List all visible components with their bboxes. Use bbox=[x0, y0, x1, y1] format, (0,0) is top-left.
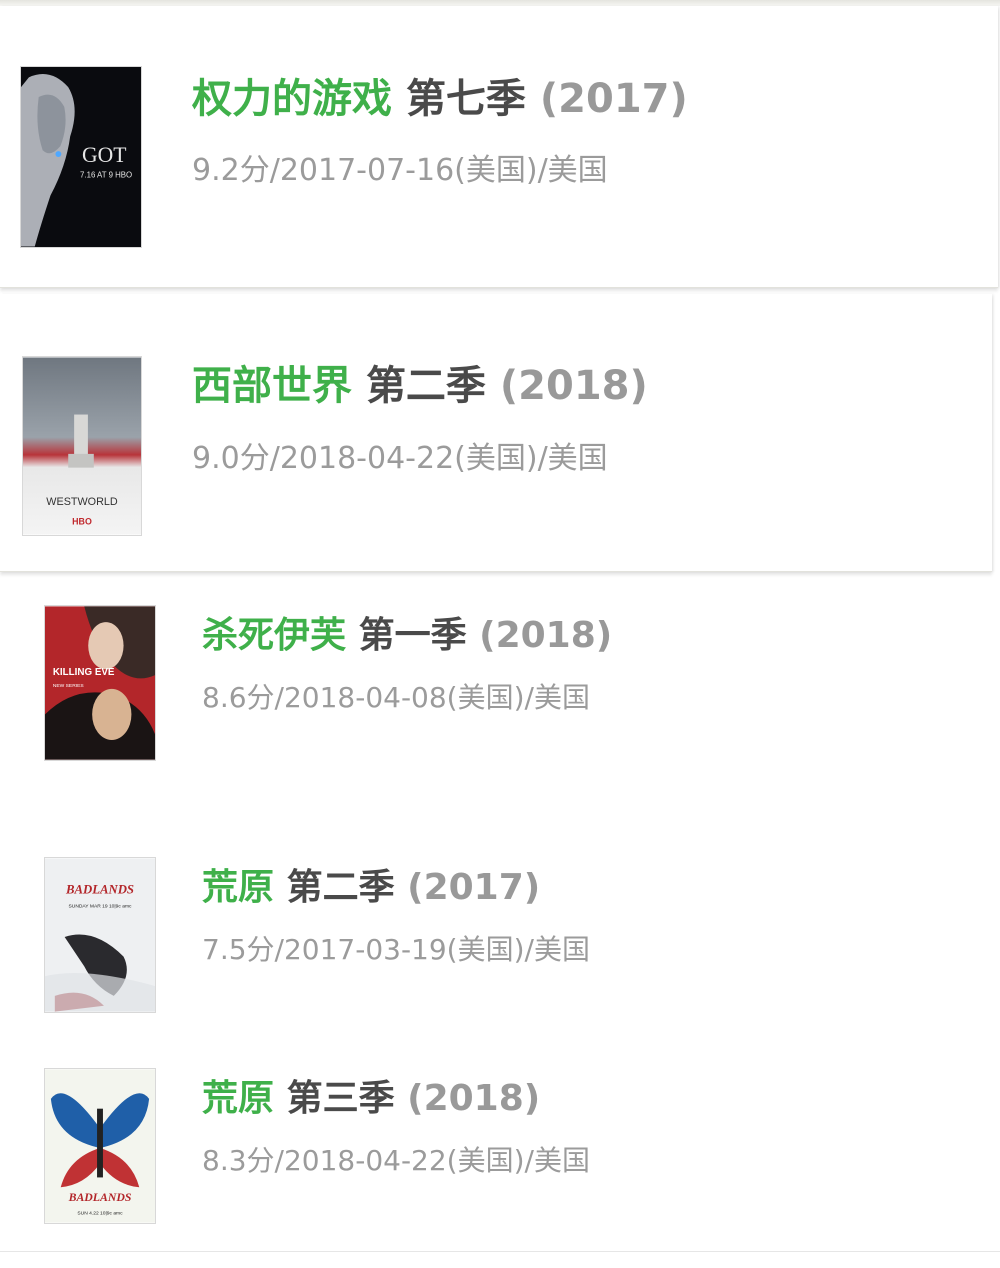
poster-subtitle-text: SUN 4.22 10|9c amc bbox=[77, 1211, 123, 1217]
item-title[interactable]: 西部世界 第二季 (2018) bbox=[192, 366, 648, 406]
show-name[interactable]: 西部世界 bbox=[192, 363, 352, 409]
poster-title-text: KILLING EVE bbox=[53, 667, 115, 678]
item-meta: 7.5分/2017-03-19(美国)/美国 bbox=[202, 933, 590, 966]
show-name[interactable]: 荒原 bbox=[202, 867, 274, 908]
year-label: (2018) bbox=[479, 615, 613, 656]
poster-thumbnail[interactable]: GOT 7.16 AT 9 HBO bbox=[20, 66, 142, 248]
poster-thumbnail[interactable]: KILLING EVE NEW SERIES bbox=[44, 605, 156, 761]
poster-thumbnail[interactable]: BADLANDS SUNDAY MAR 19 10|9c amc bbox=[44, 857, 156, 1013]
season-label: 第二季 bbox=[286, 867, 395, 908]
season-label: 第二季 bbox=[365, 363, 486, 409]
item-meta: 8.6分/2018-04-08(美国)/美国 bbox=[202, 681, 590, 714]
season-label: 第七季 bbox=[405, 76, 526, 122]
year-label: (2017) bbox=[539, 76, 688, 122]
item-title[interactable]: 荒原 第三季 (2018) bbox=[202, 1081, 540, 1117]
list-item[interactable]: GOT 7.16 AT 9 HBO 权力的游戏 第七季 (2017) 9.2分/… bbox=[0, 6, 998, 288]
item-meta: 9.0分/2018-04-22(美国)/美国 bbox=[192, 441, 608, 476]
list-item[interactable]: WESTWORLD HBO 西部世界 第二季 (2018) 9.0分/2018-… bbox=[0, 294, 992, 572]
season-label: 第三季 bbox=[286, 1078, 395, 1119]
poster-got-image: GOT 7.16 AT 9 HBO bbox=[21, 67, 141, 247]
season-label: 第一季 bbox=[358, 615, 467, 656]
item-meta: 8.3分/2018-04-22(美国)/美国 bbox=[202, 1144, 590, 1177]
show-name[interactable]: 杀死伊芙 bbox=[202, 615, 346, 656]
year-label: (2018) bbox=[407, 1078, 541, 1119]
poster-thumbnail[interactable]: BADLANDS SUN 4.22 10|9c amc bbox=[44, 1068, 156, 1224]
poster-westworld-image: WESTWORLD HBO bbox=[23, 357, 141, 535]
poster-thumbnail[interactable]: WESTWORLD HBO bbox=[22, 356, 142, 536]
list-item[interactable]: BADLANDS SUNDAY MAR 19 10|9c amc 荒原 第二季 … bbox=[0, 830, 1000, 1040]
poster-subtitle-text: HBO bbox=[72, 517, 92, 527]
year-label: (2018) bbox=[499, 363, 648, 409]
list-item[interactable]: BADLANDS SUN 4.22 10|9c amc 荒原 第三季 (2018… bbox=[0, 1041, 1000, 1251]
item-title[interactable]: 荒原 第二季 (2017) bbox=[202, 870, 540, 906]
poster-badlands-s2-image: BADLANDS SUNDAY MAR 19 10|9c amc bbox=[45, 858, 155, 1012]
item-title[interactable]: 杀死伊芙 第一季 (2018) bbox=[202, 618, 612, 654]
poster-subtitle-text: SUNDAY MAR 19 10|9c amc bbox=[69, 904, 133, 910]
poster-subtitle-text: 7.16 AT 9 HBO bbox=[80, 171, 132, 180]
poster-title-text: BADLANDS bbox=[65, 883, 134, 897]
list-divider bbox=[0, 1251, 1000, 1252]
poster-title-text: WESTWORLD bbox=[46, 496, 118, 508]
poster-badlands-s3-image: BADLANDS SUN 4.22 10|9c amc bbox=[45, 1069, 155, 1223]
show-name[interactable]: 荒原 bbox=[202, 1078, 274, 1119]
poster-title-text: GOT bbox=[82, 143, 126, 167]
poster-killing-eve-image: KILLING EVE NEW SERIES bbox=[45, 606, 155, 760]
item-title[interactable]: 权力的游戏 第七季 (2017) bbox=[192, 79, 688, 119]
list-item[interactable]: KILLING EVE NEW SERIES 杀死伊芙 第一季 (2018) 8… bbox=[0, 578, 1000, 814]
year-label: (2017) bbox=[407, 867, 541, 908]
poster-subtitle-text: NEW SERIES bbox=[53, 683, 85, 689]
show-name[interactable]: 权力的游戏 bbox=[192, 76, 392, 122]
item-meta: 9.2分/2017-07-16(美国)/美国 bbox=[192, 153, 608, 188]
poster-title-text: BADLANDS bbox=[68, 1191, 132, 1204]
